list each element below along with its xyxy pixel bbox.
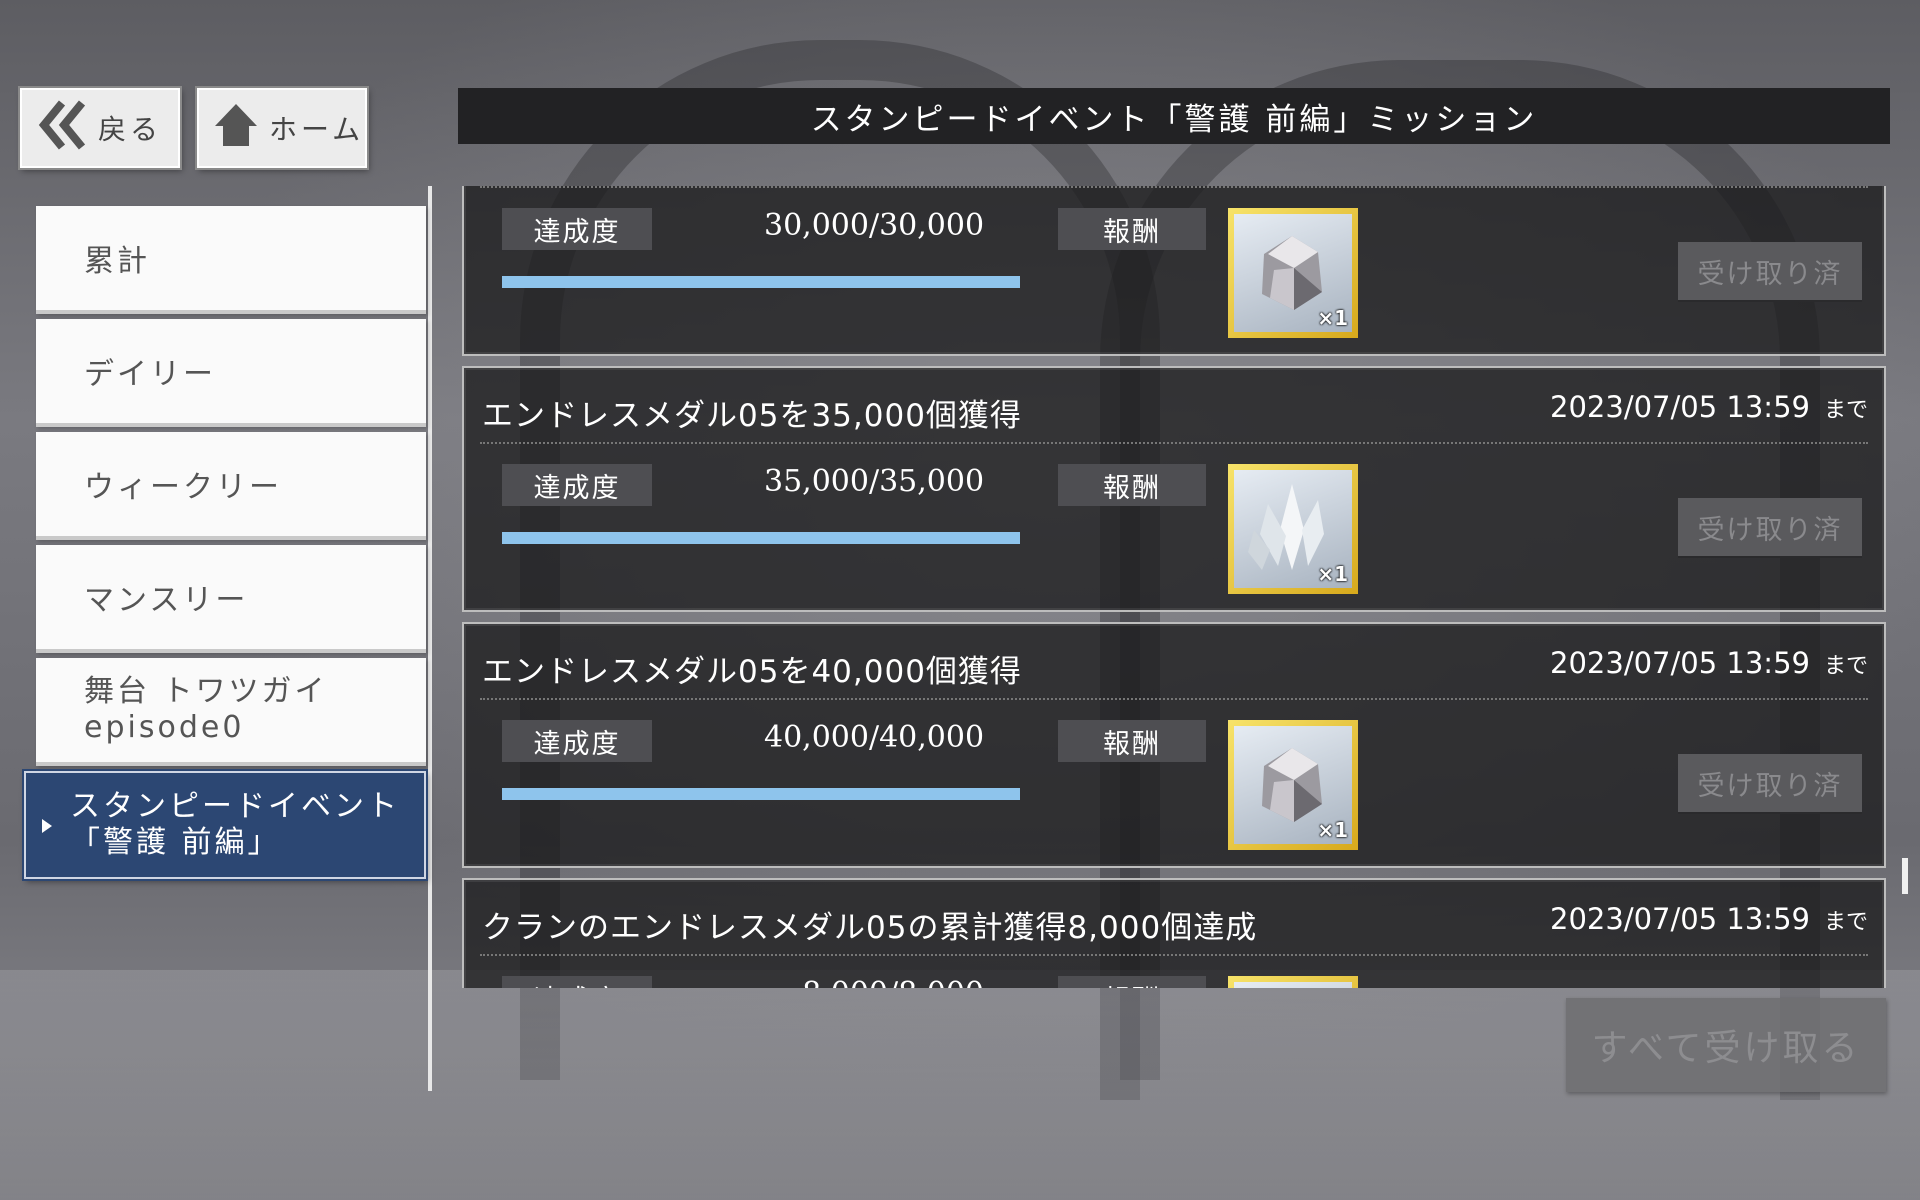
tab-cumulative[interactable]: 累計 bbox=[36, 206, 426, 314]
claimed-button[interactable]: 受け取り済 bbox=[1678, 242, 1862, 300]
until-label: まで bbox=[1823, 398, 1868, 423]
tab-stage-episode0[interactable]: 舞台 トワツガイ episode0 bbox=[36, 658, 426, 766]
home-button[interactable]: ホーム bbox=[197, 88, 367, 168]
divider bbox=[480, 186, 1868, 188]
silver-crystal-cluster-icon[interactable]: ×1 bbox=[1228, 208, 1358, 338]
mission-list[interactable]: 達成度 30,000/30,000 報酬 ×1 受け取り済 エンドレスメダル05… bbox=[460, 186, 1890, 988]
mission-deadline: 2023/07/05 13:59 まで bbox=[1550, 902, 1868, 936]
tab-label: デイリー bbox=[84, 357, 216, 392]
tab-label: マンスリー bbox=[84, 583, 249, 618]
back-button[interactable]: 戻る bbox=[20, 88, 180, 168]
reward-icon[interactable] bbox=[1228, 976, 1358, 988]
home-icon bbox=[213, 102, 259, 155]
mission-name: エンドレスメダル05を40,000個獲得 bbox=[482, 654, 1022, 690]
reward-label: 報酬 bbox=[1058, 208, 1206, 250]
claimed-button[interactable]: 受け取り済 bbox=[1678, 754, 1862, 812]
selected-arrow-icon bbox=[42, 819, 52, 833]
divider bbox=[480, 954, 1868, 956]
progress-text: 40,000/40,000 bbox=[764, 720, 985, 755]
reward-label: 報酬 bbox=[1058, 464, 1206, 506]
progress-bar bbox=[502, 276, 1020, 288]
silver-crystal-cluster-icon[interactable]: ×1 bbox=[1228, 720, 1358, 850]
achievement-label: 達成度 bbox=[502, 976, 652, 988]
mission-name: エンドレスメダル05を35,000個獲得 bbox=[482, 398, 1022, 434]
achievement-label: 達成度 bbox=[502, 208, 652, 250]
home-label: ホーム bbox=[269, 113, 365, 146]
achievement-label: 達成度 bbox=[502, 464, 652, 506]
progress-bar bbox=[502, 788, 1020, 800]
reward-label: 報酬 bbox=[1058, 720, 1206, 762]
reward-quantity: ×1 bbox=[1317, 562, 1348, 586]
back-label: 戻る bbox=[98, 113, 163, 146]
tab-label: スタンピードイベント「警護 前編」 bbox=[70, 789, 400, 860]
mission-deadline: 2023/07/05 13:59 まで bbox=[1550, 390, 1868, 424]
progress-fill bbox=[502, 788, 1020, 800]
progress-fill bbox=[502, 532, 1020, 544]
progress-text: 35,000/35,000 bbox=[764, 464, 985, 499]
mission-card: エンドレスメダル05を40,000個獲得 2023/07/05 13:59 まで … bbox=[462, 622, 1886, 868]
progress-bar bbox=[502, 532, 1020, 544]
scrollbar[interactable] bbox=[1902, 858, 1908, 894]
page-title: スタンピードイベント「警護 前編」ミッション bbox=[458, 88, 1890, 144]
claim-all-button[interactable]: すべて受け取る bbox=[1566, 998, 1886, 1092]
tab-monthly[interactable]: マンスリー bbox=[36, 545, 426, 653]
claimed-button[interactable]: 受け取り済 bbox=[1678, 498, 1862, 556]
mission-card: エンドレスメダル05を35,000個獲得 2023/07/05 13:59 まで … bbox=[462, 366, 1886, 612]
mission-card: クランのエンドレスメダル05の累計獲得8,000個達成 2023/07/05 1… bbox=[462, 878, 1886, 988]
reward-quantity: ×1 bbox=[1317, 818, 1348, 842]
white-crystal-icon[interactable]: ×1 bbox=[1228, 464, 1358, 594]
progress-text: 8,000/8,000 bbox=[764, 976, 984, 988]
divider bbox=[480, 442, 1868, 444]
mission-card: 達成度 30,000/30,000 報酬 ×1 受け取り済 bbox=[462, 186, 1886, 356]
progress-text: 30,000/30,000 bbox=[764, 208, 985, 243]
deadline-date: 2023/07/05 13:59 bbox=[1550, 646, 1810, 680]
tab-label: 累計 bbox=[84, 244, 150, 279]
mission-deadline: 2023/07/05 13:59 まで bbox=[1550, 646, 1868, 680]
progress-fill bbox=[502, 276, 1020, 288]
reward-label: 報酬 bbox=[1058, 976, 1206, 988]
tab-label: ウィークリー bbox=[84, 470, 282, 505]
divider bbox=[480, 698, 1868, 700]
tab-label: 舞台 トワツガイ episode0 bbox=[84, 674, 328, 745]
double-chevron-left-icon bbox=[36, 99, 88, 158]
mission-name: クランのエンドレスメダル05の累計獲得8,000個達成 bbox=[482, 910, 1258, 946]
achievement-label: 達成度 bbox=[502, 720, 652, 762]
sidebar-divider bbox=[428, 186, 432, 1091]
until-label: まで bbox=[1823, 910, 1868, 935]
tab-stampede-event[interactable]: スタンピードイベント「警護 前編」 bbox=[24, 771, 426, 879]
tab-weekly[interactable]: ウィークリー bbox=[36, 432, 426, 540]
reward-quantity: ×1 bbox=[1317, 306, 1348, 330]
tab-daily[interactable]: デイリー bbox=[36, 319, 426, 427]
deadline-date: 2023/07/05 13:59 bbox=[1550, 902, 1810, 936]
deadline-date: 2023/07/05 13:59 bbox=[1550, 390, 1810, 424]
until-label: まで bbox=[1823, 654, 1868, 679]
